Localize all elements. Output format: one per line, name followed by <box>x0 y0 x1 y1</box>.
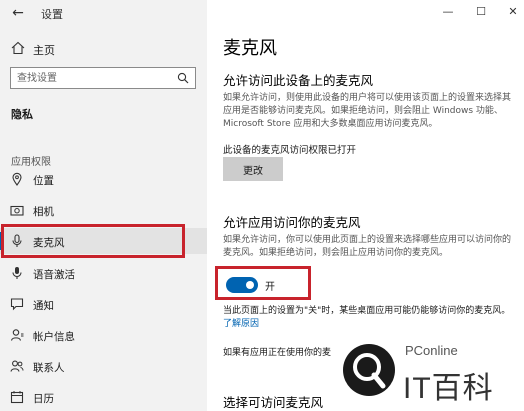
choose-apps-heading: 选择可访问麦克风 <box>223 395 324 410</box>
minimize-icon[interactable]: — <box>440 4 456 20</box>
page-title: 麦克风 <box>223 38 277 59</box>
sidebar-item-account-info[interactable]: 帐户信息 <box>0 322 207 348</box>
notification-icon <box>10 298 24 311</box>
account-info-icon <box>10 329 24 341</box>
sidebar-item-label: 位置 <box>33 175 54 187</box>
sidebar-item-label: 联系人 <box>33 362 65 374</box>
window-title: 设置 <box>41 8 63 21</box>
location-icon <box>12 172 22 186</box>
home-nav-item[interactable]: 主页 <box>0 38 207 60</box>
app-access-heading: 允许应用访问你的麦克风 <box>223 215 361 230</box>
sidebar-item-label: 相机 <box>33 206 54 218</box>
change-button[interactable]: 更改 <box>223 157 283 181</box>
window-controls: — ☐ ✕ <box>414 0 524 24</box>
device-access-heading: 允许访问此设备上的麦克风 <box>223 73 374 88</box>
learn-why-link[interactable]: 了解原因 <box>223 319 259 329</box>
sidebar-item-label: 日历 <box>33 393 54 405</box>
device-access-status: 此设备的麦克风访问权限已打开 <box>223 145 357 156</box>
highlight-box-toggle <box>215 266 311 300</box>
search-input[interactable] <box>17 71 167 85</box>
device-access-description: 如果允许访问，则使用此设备的用户将可以使用该页面上的设置来选择其应用是否能够访问… <box>223 93 512 129</box>
sidebar-item-notifications[interactable]: 通知 <box>0 291 207 317</box>
sidebar-item-camera[interactable]: 相机 <box>0 197 207 223</box>
home-label: 主页 <box>33 44 55 57</box>
pconline-logo-icon <box>343 344 395 396</box>
title-bar: ← 设置 <box>0 0 207 26</box>
watermark-brand: PConline <box>405 343 458 358</box>
close-icon[interactable]: ✕ <box>505 4 521 20</box>
watermark-name: IT百科 <box>403 372 494 405</box>
apps-using-mic-note: 如果有应用正在使用你的麦 <box>223 348 332 358</box>
sidebar-item-calendar[interactable]: 日历 <box>0 384 207 410</box>
maximize-icon[interactable]: ☐ <box>473 4 489 20</box>
app-access-description: 如果允许访问，你可以使用此页面上的设置来选择哪些应用可以访问你的麦克风。如果拒绝… <box>223 235 512 258</box>
sidebar: ← 设置 主页 隐私 应用权限 位置 相机 <box>0 0 207 411</box>
calendar-icon <box>10 391 24 404</box>
sidebar-item-voice-activation[interactable]: 语音激活 <box>0 260 207 286</box>
note-text: 当此页面上的设置为"关"时，某些桌面应用可能仍能够访问你的麦克风。 <box>223 306 511 316</box>
home-icon <box>11 41 25 55</box>
sidebar-item-contacts[interactable]: 联系人 <box>0 353 207 379</box>
camera-icon <box>10 205 24 216</box>
back-arrow-icon[interactable]: ← <box>9 4 27 22</box>
contacts-icon <box>10 360 24 372</box>
voice-activation-icon <box>12 267 22 279</box>
sidebar-item-label: 语音激活 <box>33 269 75 281</box>
highlight-box-microphone <box>1 224 185 258</box>
group-header-privacy: 隐私 <box>11 108 33 121</box>
search-box[interactable] <box>10 67 196 89</box>
desktop-apps-note: 当此页面上的设置为"关"时，某些桌面应用可能仍能够访问你的麦克风。 了解原因 <box>223 305 513 331</box>
sidebar-item-label: 帐户信息 <box>33 331 75 343</box>
search-icon[interactable] <box>177 72 189 84</box>
sidebar-item-location[interactable]: 位置 <box>0 166 207 192</box>
watermark: PConline IT百科 <box>335 335 524 411</box>
sidebar-item-label: 通知 <box>33 300 54 312</box>
